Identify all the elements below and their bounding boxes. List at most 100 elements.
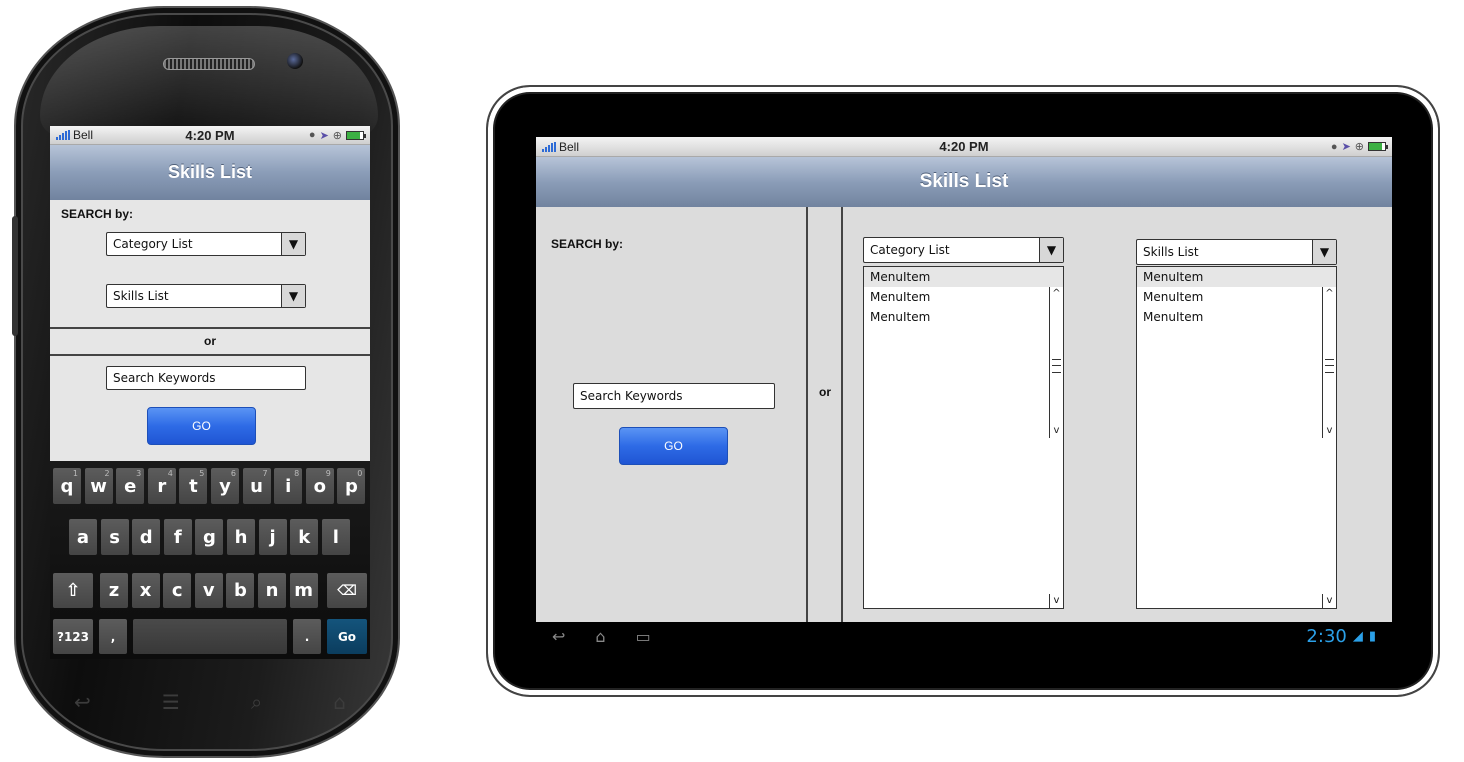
or-label: or [819, 385, 831, 399]
scroll-thumb[interactable] [1325, 359, 1334, 373]
go-button[interactable]: GO [147, 407, 256, 445]
key-i-label: i [285, 475, 292, 497]
key-c[interactable]: c [163, 573, 192, 608]
key-w[interactable]: w2 [84, 468, 113, 504]
page-title: Skills List [50, 145, 370, 200]
keyboard-go-key[interactable]: Go [327, 619, 367, 654]
scroll-up-icon[interactable]: ^ [1050, 287, 1063, 301]
key-a[interactable]: a [69, 519, 97, 555]
key-k[interactable]: k [290, 519, 319, 555]
list-item[interactable]: MenuItem [864, 307, 1063, 327]
search-keywords-input[interactable]: Search Keywords [106, 366, 306, 390]
recent-apps-icon[interactable]: ▭ [636, 627, 651, 646]
back-icon[interactable]: ↩ [74, 690, 91, 714]
key-n[interactable]: n [258, 573, 286, 608]
alarm-icon: ● [1330, 140, 1338, 153]
home-icon[interactable]: ⌂ [595, 627, 605, 646]
skills-dropdown[interactable]: Skills List ▼ [106, 284, 306, 308]
key-i[interactable]: i8 [274, 468, 303, 504]
home-icon[interactable]: ⌂ [333, 690, 346, 714]
volume-button[interactable] [12, 216, 18, 336]
key-s-label: s [109, 526, 120, 548]
key-l-label: l [332, 526, 339, 548]
key-y[interactable]: y6 [211, 468, 239, 504]
list-item[interactable]: MenuItem [864, 287, 1063, 307]
key-u[interactable]: u7 [242, 468, 271, 504]
location-icon: ➤ [1341, 141, 1351, 153]
skills-dropdown-value: Skills List [113, 289, 169, 303]
skills-listbox[interactable]: MenuItem MenuItem MenuItem ^ v v [1136, 266, 1337, 609]
key-l[interactable]: l [321, 519, 350, 555]
backspace-key[interactable]: ⌫ [327, 573, 367, 608]
menu-icon[interactable]: ☰ [162, 690, 180, 714]
dropdown-arrow-icon[interactable]: ▼ [1312, 240, 1336, 264]
scroll-down-icon[interactable]: v [1322, 594, 1336, 608]
go-button[interactable]: GO [619, 427, 728, 465]
list-item[interactable]: MenuItem [864, 267, 1063, 287]
status-time: 4:20 PM [939, 139, 989, 154]
key-p-label: p [344, 475, 358, 497]
key-e[interactable]: e3 [116, 468, 145, 504]
category-listbox[interactable]: MenuItem MenuItem MenuItem ^ v v [863, 266, 1064, 609]
key-r[interactable]: r4 [147, 468, 176, 504]
category-dropdown-value: Category List [870, 243, 950, 257]
signal-icon [542, 141, 556, 152]
status-bar: Bell 4:20 PM ● ➤ ⊕ [50, 126, 370, 145]
dropdown-arrow-icon[interactable]: ▼ [281, 233, 305, 255]
symbols-key[interactable]: ?123 [53, 619, 93, 654]
key-v[interactable]: v [194, 573, 223, 608]
key-t[interactable]: t5 [179, 468, 208, 504]
key-q[interactable]: q1 [53, 468, 81, 504]
scrollbar[interactable]: ^ v [1049, 287, 1063, 438]
scroll-down-icon[interactable]: v [1323, 424, 1336, 438]
key-u-alt-label: 7 [262, 469, 268, 478]
search-icon[interactable]: ⌕ [251, 690, 262, 714]
status-icons: ● ➤ ⊕ [1330, 140, 1388, 153]
system-clock: 2:30 ◢ ▮ [1306, 626, 1376, 647]
category-dropdown[interactable]: Category List ▼ [863, 237, 1064, 263]
key-x[interactable]: x [131, 573, 160, 608]
key-w-label: w [90, 475, 107, 497]
key-x-label: x [139, 580, 152, 601]
key-s[interactable]: s [100, 519, 129, 555]
scroll-down-icon[interactable]: v [1050, 424, 1063, 438]
category-dropdown[interactable]: Category List ▼ [106, 232, 306, 256]
divider [50, 327, 370, 329]
key-d-label: d [139, 526, 153, 548]
list-item[interactable]: MenuItem [1137, 267, 1336, 287]
key-b[interactable]: b [226, 573, 255, 608]
key-o[interactable]: o9 [305, 468, 334, 504]
dropdown-arrow-icon[interactable]: ▼ [1039, 238, 1063, 262]
key-f[interactable]: f [163, 519, 192, 555]
period-key[interactable]: . [293, 619, 321, 654]
comma-key[interactable]: , [99, 619, 127, 654]
skills-items: MenuItem MenuItem MenuItem [1137, 267, 1336, 327]
dropdown-arrow-icon[interactable]: ▼ [281, 285, 305, 307]
scroll-up-icon[interactable]: ^ [1323, 287, 1336, 301]
key-d[interactable]: d [132, 519, 161, 555]
key-z[interactable]: z [100, 573, 128, 608]
scroll-thumb[interactable] [1052, 359, 1061, 373]
scroll-down-icon[interactable]: v [1049, 594, 1063, 608]
scrollbar[interactable]: ^ v [1322, 287, 1336, 438]
space-key[interactable] [133, 619, 287, 654]
key-j[interactable]: j [258, 519, 287, 555]
search-keywords-input[interactable]: Search Keywords [573, 383, 775, 409]
key-i-alt-label: 8 [294, 469, 300, 478]
battery-icon: ▮ [1368, 628, 1376, 644]
key-o-alt-label: 9 [325, 469, 331, 478]
alarm-icon: ● [308, 129, 316, 141]
rotation-lock-icon: ⊕ [1354, 141, 1364, 153]
key-m[interactable]: m [289, 573, 318, 608]
list-item[interactable]: MenuItem [1137, 287, 1336, 307]
back-icon[interactable]: ↩ [552, 627, 565, 646]
system-nav-buttons: ↩ ⌂ ▭ [552, 627, 651, 646]
system-clock-time: 2:30 [1306, 625, 1347, 647]
key-p[interactable]: p0 [337, 468, 366, 504]
hardware-keys: ↩ ☰ ⌕ ⌂ [74, 690, 346, 714]
skills-dropdown[interactable]: Skills List ▼ [1136, 239, 1337, 265]
key-h[interactable]: h [227, 519, 255, 555]
list-item[interactable]: MenuItem [1137, 307, 1336, 327]
shift-key[interactable]: ⇧ [53, 573, 93, 608]
key-g[interactable]: g [195, 519, 224, 555]
